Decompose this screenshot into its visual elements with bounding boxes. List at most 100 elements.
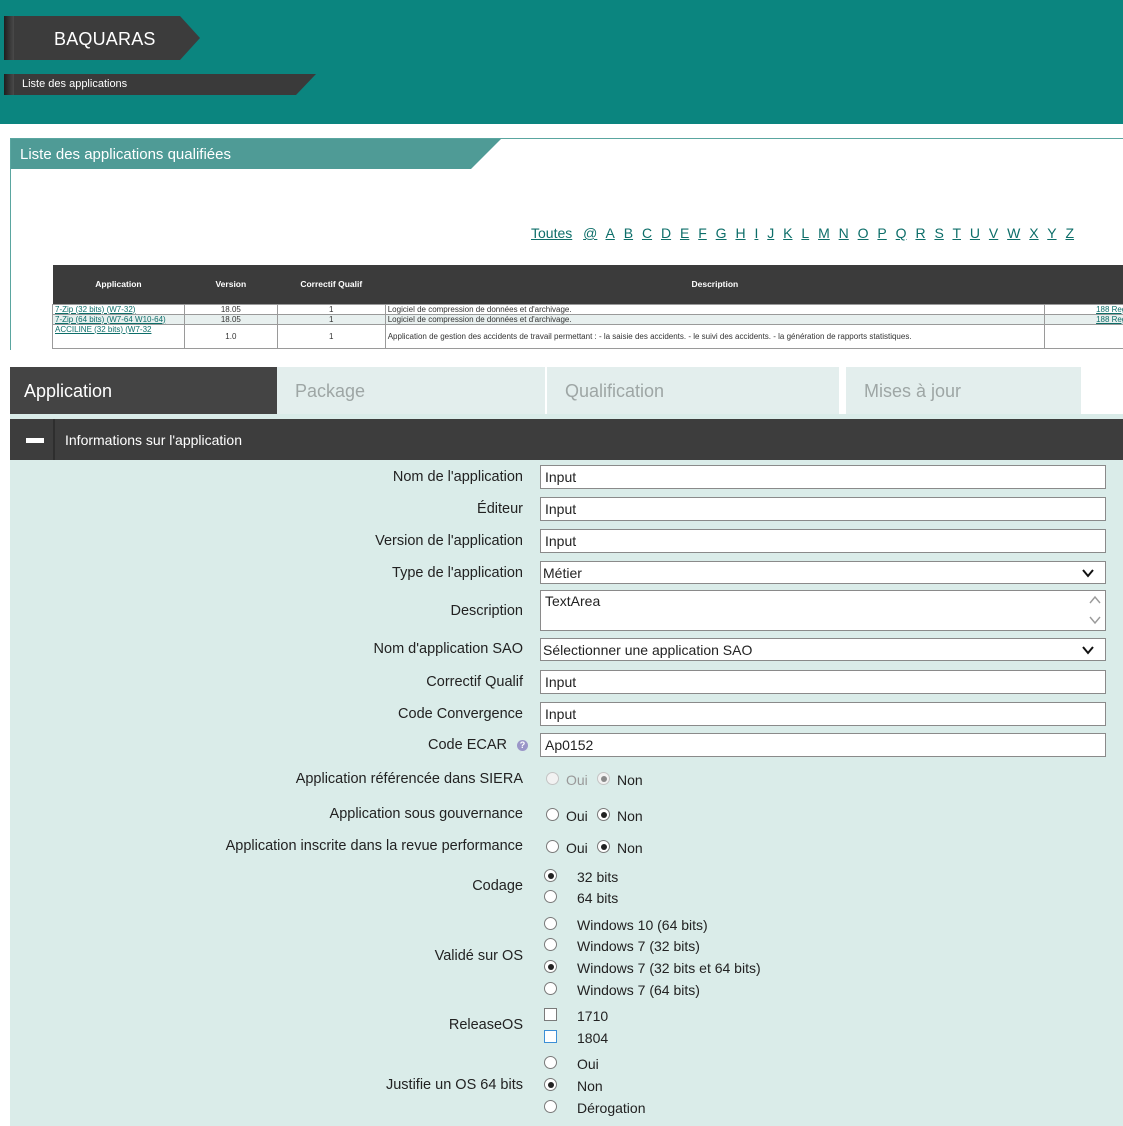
os-win7-32-radio[interactable] xyxy=(544,938,557,951)
filter-letter-k[interactable]: K xyxy=(783,225,792,241)
filter-letter-z[interactable]: Z xyxy=(1065,225,1074,241)
filter-letter-y[interactable]: Y xyxy=(1047,225,1056,241)
justify-oui-radio[interactable] xyxy=(544,1056,557,1069)
column-header-application[interactable]: Application xyxy=(52,265,185,304)
convergence-input[interactable] xyxy=(540,702,1106,726)
filter-letter-s[interactable]: S xyxy=(934,225,943,241)
column-header-correctif[interactable]: Correctif Qualif xyxy=(277,265,386,304)
filter-at-link[interactable]: @ xyxy=(583,225,597,241)
os-win10-64-radio[interactable] xyxy=(544,917,557,930)
filter-letter-p[interactable]: P xyxy=(877,225,886,241)
filter-letter-b[interactable]: B xyxy=(624,225,633,241)
filter-letter-w[interactable]: W xyxy=(1007,225,1020,241)
justify-non-radio[interactable] xyxy=(544,1078,557,1091)
column-header-version[interactable]: Version xyxy=(184,265,278,304)
app-name-label: Nom de l'application xyxy=(392,469,523,485)
governance-label: Application sous gouvernance xyxy=(329,806,523,822)
app-type-select[interactable]: Métier xyxy=(540,561,1106,584)
filter-letter-f[interactable]: F xyxy=(698,225,707,241)
filter-letter-q[interactable]: Q xyxy=(896,225,907,241)
app-brand[interactable]: BAQUARAS xyxy=(4,16,200,60)
filter-letter-e[interactable]: E xyxy=(680,225,689,241)
ecar-input[interactable] xyxy=(540,733,1106,757)
description-cell: Application de gestion des accidents de … xyxy=(384,323,1046,349)
os-win7-32-64-label: Windows 7 (32 bits et 64 bits) xyxy=(577,960,761,976)
os-win7-64-radio[interactable] xyxy=(544,982,557,995)
filter-letter-v[interactable]: V xyxy=(989,225,998,241)
siera-non-radio[interactable] xyxy=(597,772,610,785)
publisher-input[interactable] xyxy=(540,497,1106,521)
collapse-icon[interactable] xyxy=(26,438,44,443)
version-cell: 18.05 xyxy=(183,313,278,325)
filter-letter-h[interactable]: H xyxy=(735,225,745,241)
app-version-input[interactable] xyxy=(540,529,1106,553)
column-header-description[interactable]: Description xyxy=(385,265,1045,304)
filter-letter-r[interactable]: R xyxy=(915,225,925,241)
governance-non-radio[interactable] xyxy=(597,808,610,821)
tab-application[interactable]: Application xyxy=(10,367,299,414)
applications-table: Application Version Correctif Qualif Des… xyxy=(52,265,1123,349)
regression-link[interactable]: 188 Regr xyxy=(1096,305,1123,314)
filter-all-link[interactable]: Toutes xyxy=(531,225,572,241)
description-cell: Logiciel de compression de données et d'… xyxy=(384,313,1046,325)
encoding-32-radio[interactable] xyxy=(544,869,557,882)
qualified-apps-panel: Liste des applications qualifiées Toutes… xyxy=(10,138,1123,350)
table-row[interactable]: ACCILINE (32 bits) (W7-32 1.0 1 Applicat… xyxy=(52,323,1123,349)
os-win7-32-64-radio[interactable] xyxy=(544,960,557,973)
filter-letter-x[interactable]: X xyxy=(1029,225,1038,241)
version-cell: 18.05 xyxy=(183,303,278,315)
release-1804-checkbox[interactable] xyxy=(544,1030,557,1043)
review-non-radio[interactable] xyxy=(597,840,610,853)
encoding-64-radio[interactable] xyxy=(544,890,557,903)
filter-letter-l[interactable]: L xyxy=(801,225,809,241)
filter-letter-u[interactable]: U xyxy=(970,225,980,241)
filter-letter-i[interactable]: I xyxy=(754,225,758,241)
tab-mises-a-jour[interactable]: Mises à jour xyxy=(846,367,1081,414)
filter-letter-n[interactable]: N xyxy=(839,225,849,241)
app-name-input[interactable] xyxy=(540,465,1106,489)
column-header-extra xyxy=(1044,265,1123,304)
description-cell: Logiciel de compression de données et d'… xyxy=(384,303,1046,315)
os-win10-64-label: Windows 10 (64 bits) xyxy=(577,917,708,933)
regression-link[interactable]: 188 Regr xyxy=(1096,315,1123,324)
siera-oui-label: Oui xyxy=(566,772,588,788)
filter-letter-o[interactable]: O xyxy=(858,225,869,241)
ecar-label-text: Code ECAR xyxy=(428,737,507,753)
filter-letter-m[interactable]: M xyxy=(818,225,830,241)
correctif-input[interactable] xyxy=(540,670,1106,694)
list-title-tab: Liste des applications qualifiées xyxy=(11,139,501,169)
table-row[interactable]: 7-Zip (32 bits) (W7-32) 18.05 1 Logiciel… xyxy=(52,303,1123,315)
section-header[interactable]: Informations sur l'application xyxy=(10,419,1123,460)
release-1710-checkbox[interactable] xyxy=(544,1008,557,1021)
breadcrumb[interactable]: Liste des applications xyxy=(4,74,316,95)
sao-select[interactable]: Sélectionner une application SAO xyxy=(540,638,1106,661)
help-icon[interactable]: ? xyxy=(517,740,528,751)
review-oui-radio[interactable] xyxy=(546,840,559,853)
table-row[interactable]: 7-Zip (64 bits) (W7-64 W10-64) 18.05 1 L… xyxy=(52,313,1123,325)
table-header-row: Application Version Correctif Qualif Des… xyxy=(52,265,1123,304)
app-link[interactable]: 7-Zip (32 bits) (W7-32) xyxy=(55,305,135,314)
filter-letter-a[interactable]: A xyxy=(605,225,614,241)
section-title: Informations sur l'application xyxy=(65,432,242,448)
section-divider xyxy=(53,419,55,460)
description-textarea[interactable]: TextArea xyxy=(540,590,1106,631)
siera-oui-radio[interactable] xyxy=(546,772,559,785)
filter-letter-t[interactable]: T xyxy=(952,225,961,241)
tab-package[interactable]: Package xyxy=(277,367,545,414)
tab-qualification[interactable]: Qualification xyxy=(547,367,839,414)
app-link[interactable]: 7-Zip (64 bits) (W7-64 W10-64) xyxy=(55,315,166,324)
app-link[interactable]: ACCILINE (32 bits) (W7-32 xyxy=(55,325,151,334)
correctif-cell: 1 xyxy=(276,313,386,325)
detail-tabs: Application Package Qualification Mises … xyxy=(10,367,1123,414)
filter-letter-c[interactable]: C xyxy=(642,225,652,241)
publisher-label: Éditeur xyxy=(477,501,523,517)
justify-derogation-radio[interactable] xyxy=(544,1100,557,1113)
breadcrumb-label: Liste des applications xyxy=(22,78,128,90)
siera-label: Application référencée dans SIERA xyxy=(295,771,523,787)
filter-letter-d[interactable]: D xyxy=(661,225,671,241)
filter-letter-g[interactable]: G xyxy=(716,225,727,241)
governance-oui-radio[interactable] xyxy=(546,808,559,821)
justify-oui-label: Oui xyxy=(577,1056,599,1072)
filter-letter-j[interactable]: J xyxy=(767,225,774,241)
encoding-32-label: 32 bits xyxy=(577,869,619,885)
